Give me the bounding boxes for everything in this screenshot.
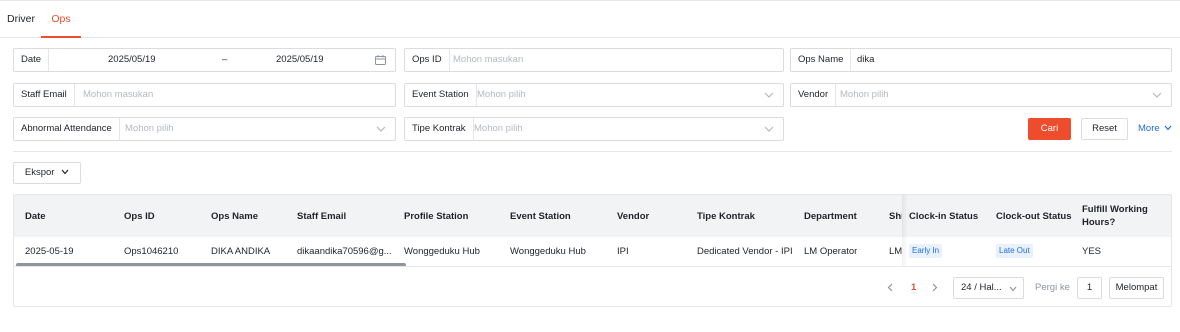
prev-page-button[interactable]: [887, 277, 893, 299]
column-header-date[interactable]: Date: [25, 195, 46, 237]
page-number-current[interactable]: 1: [911, 277, 916, 299]
page-size-select[interactable]: 24 / Hal...: [953, 277, 1024, 299]
reset-button[interactable]: Reset: [1081, 118, 1128, 140]
staff-email-input[interactable]: Mohon masukan: [83, 84, 153, 106]
cell-date: 2025-05-19: [25, 246, 74, 257]
date-start-input[interactable]: 2025/05/19: [108, 49, 156, 71]
column-header-shift[interactable]: Shi: [889, 195, 902, 237]
chevron-left-icon: [887, 283, 893, 292]
column-header-fulfill-working-hours[interactable]: Fulfill Working Hours?: [1082, 195, 1157, 237]
abnormal-attendance-select[interactable]: Abnormal Attendance Mohon pilih: [13, 117, 396, 141]
column-header-tipe-kontrak[interactable]: Tipe Kontrak: [697, 195, 755, 237]
cell-clock-in-status: Early In: [909, 237, 943, 266]
ops-id-field[interactable]: Ops ID Mohon masukan: [404, 48, 784, 72]
row-divider: [14, 266, 1171, 267]
date-separator: –: [222, 54, 228, 65]
ops-name-input[interactable]: dika: [857, 49, 874, 71]
column-header-clock-out-status[interactable]: Clock-out Status: [996, 195, 1071, 237]
chevron-down-icon: [764, 125, 774, 133]
staff-email-field[interactable]: Staff Email Mohon masukan: [13, 83, 396, 107]
vendor-select[interactable]: Vendor Mohon pilih: [790, 83, 1172, 107]
fixed-column-shadow: [902, 195, 908, 266]
event-station-placeholder: Mohon pilih: [477, 89, 526, 100]
jump-button[interactable]: Melompat: [1109, 277, 1164, 299]
abnormal-attendance-placeholder: Mohon pilih: [125, 123, 174, 134]
tab-bar: Driver Ops: [0, 1, 1180, 38]
chevron-down-icon: [376, 125, 386, 133]
cell-clock-out-status: Late Out: [996, 237, 1033, 266]
cell-tipe-kontrak: Dedicated Vendor - IPI: [697, 246, 793, 257]
goto-label: Pergi ke: [1035, 282, 1070, 293]
chevron-down-icon: [1152, 91, 1162, 99]
table-header: Date Ops ID Ops Name Staff Email Profile…: [14, 195, 1171, 237]
clock-out-status-badge: Late Out: [996, 244, 1033, 259]
table-row[interactable]: 2025-05-19 Ops1046210 DIKA ANDIKA dikaan…: [14, 237, 1171, 266]
date-label: Date: [14, 49, 50, 71]
cell-profile-station: Wonggeduku Hub: [404, 246, 480, 257]
section-divider: [13, 151, 1172, 152]
staff-email-label: Staff Email: [14, 84, 75, 106]
chevron-right-icon: [932, 283, 938, 292]
column-header-profile-station[interactable]: Profile Station: [404, 195, 468, 237]
vendor-label: Vendor: [791, 84, 837, 106]
column-header-ops-name[interactable]: Ops Name: [211, 195, 258, 237]
date-end-input[interactable]: 2025/05/19: [276, 49, 324, 71]
chevron-down-icon: [1164, 126, 1172, 131]
ops-name-field[interactable]: Ops Name dika: [790, 48, 1172, 72]
column-header-vendor[interactable]: Vendor: [617, 195, 649, 237]
clock-in-status-badge: Early In: [909, 244, 943, 259]
vendor-placeholder: Mohon pilih: [840, 89, 889, 100]
tipe-kontrak-placeholder: Mohon pilih: [474, 123, 523, 134]
tipe-kontrak-select[interactable]: Tipe Kontrak Mohon pilih: [404, 117, 784, 141]
chevron-down-icon: [1009, 286, 1017, 292]
date-range-field: Date 2025/05/19 – 2025/05/19: [13, 48, 396, 72]
page-size-value: 24 / Hal...: [961, 282, 1002, 293]
more-filters-toggle[interactable]: More: [1138, 122, 1172, 136]
goto-page-input[interactable]: 1: [1077, 277, 1102, 299]
event-station-label: Event Station: [405, 84, 477, 106]
ops-id-input[interactable]: Mohon masukan: [453, 49, 523, 71]
column-header-department[interactable]: Department: [804, 195, 857, 237]
cell-ops-name: DIKA ANDIKA: [211, 246, 271, 257]
cell-ops-id: Ops1046210: [124, 246, 179, 257]
tab-ops-label: Ops: [51, 13, 71, 25]
column-header-staff-email[interactable]: Staff Email: [297, 195, 346, 237]
column-header-clock-in-status[interactable]: Clock-in Status: [909, 195, 978, 237]
cell-staff-email: dikaandika70596@g...: [297, 246, 392, 257]
export-button[interactable]: Ekspor: [13, 162, 81, 184]
column-header-ops-id[interactable]: Ops ID: [124, 195, 155, 237]
ops-name-label: Ops Name: [791, 49, 852, 71]
chevron-down-icon: [764, 91, 774, 99]
calendar-icon[interactable]: [375, 55, 386, 68]
cell-event-station: Wonggeduku Hub: [510, 246, 586, 257]
tipe-kontrak-label: Tipe Kontrak: [405, 118, 474, 140]
tab-ops[interactable]: Ops: [41, 1, 81, 38]
ops-id-label: Ops ID: [405, 49, 450, 71]
next-page-button[interactable]: [932, 277, 938, 299]
column-header-event-station[interactable]: Event Station: [510, 195, 571, 237]
abnormal-attendance-label: Abnormal Attendance: [14, 118, 120, 140]
export-label: Ekspor: [24, 167, 55, 178]
chevron-down-icon: [61, 170, 69, 175]
more-label: More: [1138, 123, 1160, 134]
event-station-select[interactable]: Event Station Mohon pilih: [404, 83, 784, 107]
cell-department: LM Operator: [804, 246, 858, 257]
active-tab-indicator: [41, 36, 81, 38]
cell-vendor: IPI: [617, 246, 629, 257]
cell-fulfill-working-hours: YES: [1082, 246, 1102, 257]
cell-shift: LM: [889, 246, 902, 257]
search-button[interactable]: Cari: [1028, 118, 1071, 140]
tab-driver[interactable]: Driver: [7, 1, 35, 37]
